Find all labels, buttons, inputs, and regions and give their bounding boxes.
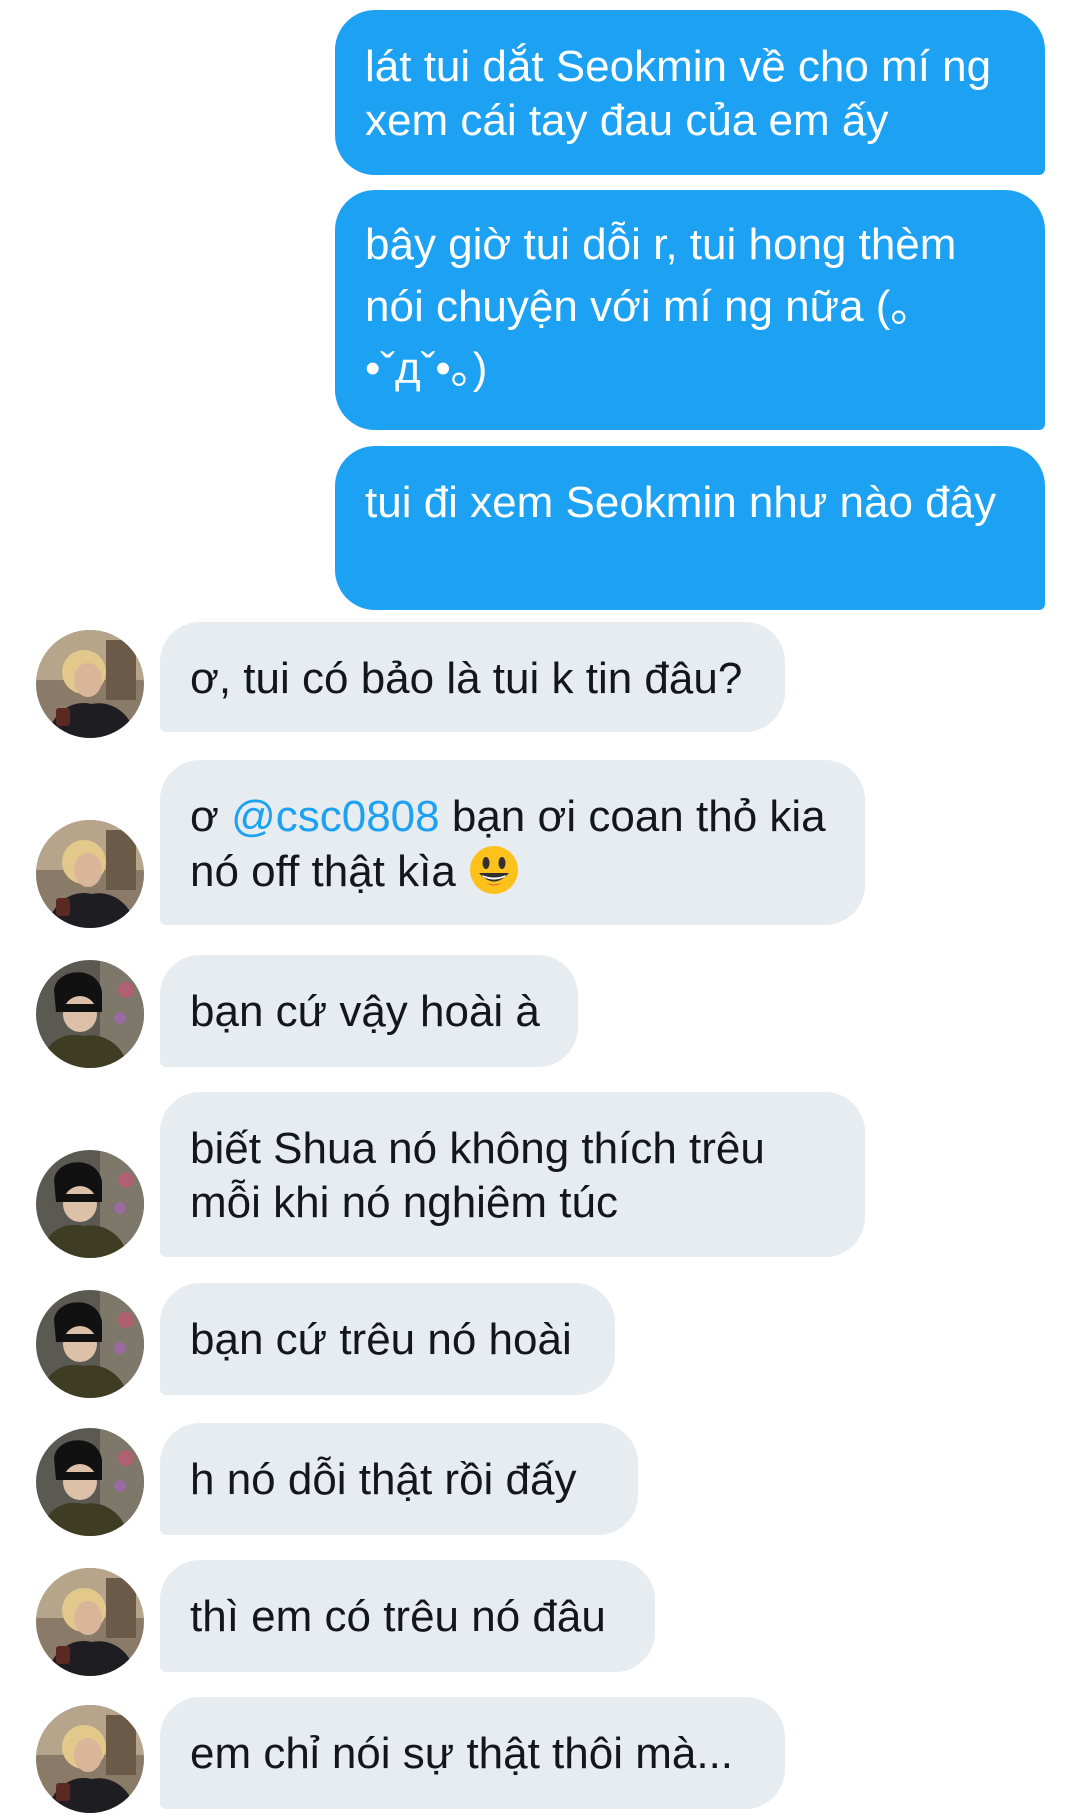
outgoing-message-bubble[interactable]: lát tui dắt Seokmin về cho mí ng xem cái… [335,10,1045,175]
avatar-dark-hair[interactable] [36,1150,144,1258]
outgoing-message-bubble[interactable]: bây giờ tui dỗi r, tui hong thèm nói chu… [335,190,1045,430]
avatar-blonde-image [36,1705,144,1813]
avatar-dark-hair[interactable] [36,1428,144,1536]
avatar-dark-hair[interactable] [36,1290,144,1398]
incoming-message-bubble[interactable]: thì em có trêu nó đâu [160,1560,655,1672]
incoming-message-bubble[interactable]: bạn cứ trêu nó hoài [160,1283,615,1395]
avatar-blonde[interactable] [36,820,144,928]
message-text-prefix: ơ [190,792,232,841]
incoming-message-bubble[interactable]: bạn cứ vậy hoài à [160,955,578,1067]
message-text: bạn cứ trêu nó hoài [190,1315,572,1364]
avatar-blonde[interactable] [36,1705,144,1813]
avatar-dark-hair-image [36,1290,144,1398]
avatar-dark-hair-image [36,960,144,1068]
message-text: h nó dỗi thật rồi đấy [190,1455,577,1504]
avatar-blonde-image [36,820,144,928]
smiley-face-emoji [468,844,520,896]
message-text: bạn cứ vậy hoài à [190,987,540,1036]
message-thread[interactable]: lát tui dắt Seokmin về cho mí ng xem cái… [0,0,1080,1818]
message-text: thì em có trêu nó đâu [190,1592,606,1641]
message-text: lát tui dắt Seokmin về cho mí ng xem cái… [365,42,992,145]
message-text: ơ, tui có bảo là tui k tin đâu? [190,654,743,703]
message-text: em chỉ nói sự thật thôi mà... [190,1729,734,1778]
avatar-blonde[interactable] [36,1568,144,1676]
incoming-message-bubble[interactable]: h nó dỗi thật rồi đấy [160,1423,638,1535]
avatar-dark-hair-image [36,1428,144,1536]
incoming-message-bubble[interactable]: ơ, tui có bảo là tui k tin đâu? [160,622,785,732]
message-text: biết Shua nó không thích trêu mỗi khi nó… [190,1124,765,1227]
outgoing-message-bubble[interactable]: tui đi xem Seokmin như nào đây [335,446,1045,610]
avatar-dark-hair[interactable] [36,960,144,1068]
message-text: tui đi xem Seokmin như nào đây [365,478,997,527]
incoming-message-bubble[interactable]: ơ @csc0808 bạn ơi coan thỏ kia nó off th… [160,760,865,925]
message-text: bây giờ tui dỗi r, tui hong thèm nói chu… [365,220,957,393]
mention-link[interactable]: @csc0808 [231,792,440,841]
avatar-blonde-image [36,630,144,738]
incoming-message-bubble[interactable]: biết Shua nó không thích trêu mỗi khi nó… [160,1092,865,1257]
avatar-blonde[interactable] [36,630,144,738]
incoming-message-bubble[interactable]: em chỉ nói sự thật thôi mà... [160,1697,785,1809]
avatar-dark-hair-image [36,1150,144,1258]
avatar-blonde-image [36,1568,144,1676]
